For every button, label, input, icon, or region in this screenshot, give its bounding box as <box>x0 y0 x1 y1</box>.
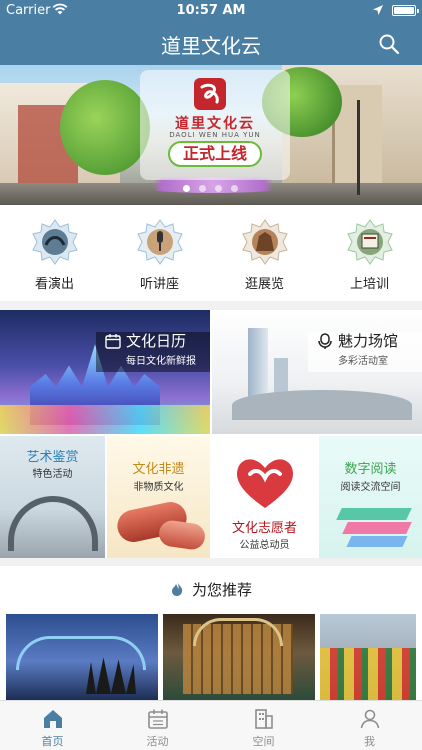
venue-icon <box>318 333 332 349</box>
venue-arena-illustration <box>232 390 412 420</box>
navigation-bar: 道里文化云 <box>0 20 422 65</box>
sausage-slice-illustration <box>157 518 207 552</box>
art-appreciation-subtitle: 特色活动 <box>32 469 73 480</box>
recommend-list <box>0 612 422 700</box>
culture-calendar-subtitle: 每日文化新鲜报 <box>126 356 196 367</box>
digital-reading-subtitle: 阅读交流空间 <box>340 482 401 493</box>
quick-entry-label: 上培训 <box>349 277 389 292</box>
art-appreciation-title: 艺术鉴赏 <box>26 450 79 465</box>
banner-logo-pinyin: DAOLI WEN HUA YUN <box>169 131 261 139</box>
carousel-dot-4[interactable] <box>231 185 238 192</box>
banner-slogan: 正式上线 <box>168 141 262 167</box>
intangible-heritage-tile[interactable]: 文化非遗 非物质文化 <box>107 436 210 558</box>
app-logo-icon <box>194 78 226 110</box>
carousel-dot-2[interactable] <box>199 185 206 192</box>
recommend-title: 为您推荐 <box>192 581 253 599</box>
recommend-section-header: 为您推荐 <box>0 566 422 612</box>
book-illustration <box>346 536 408 547</box>
quick-entry-row: 看演出 听讲座 逛展览 上培训 <box>0 205 422 301</box>
tab-space[interactable]: 空间 <box>211 701 316 750</box>
exhibition-icon <box>242 219 288 265</box>
venues-subtitle: 多彩活动室 <box>338 356 388 367</box>
book-illustration <box>342 522 412 534</box>
carousel-dot-1[interactable] <box>183 185 190 192</box>
quick-entry-lecture[interactable]: 听讲座 <box>107 205 212 301</box>
location-arrow-icon <box>373 5 383 15</box>
intangible-heritage-subtitle: 非物质文化 <box>133 482 184 493</box>
banner-carousel[interactable]: 道里文化云 DAOLI WEN HUA YUN 正式上线 <box>0 65 422 205</box>
calendar-icon <box>105 334 121 349</box>
tab-label: 首页 <box>41 735 64 748</box>
tab-label: 我 <box>364 735 375 748</box>
clock: 10:57 AM <box>176 3 246 18</box>
quick-entry-label: 看演出 <box>34 277 74 292</box>
home-icon <box>44 710 62 728</box>
quick-entry-training[interactable]: 上培训 <box>317 205 422 301</box>
culture-calendar-title: 文化日历 <box>126 332 187 350</box>
recommend-card[interactable] <box>6 614 158 700</box>
volunteer-title: 文化志愿者 <box>231 521 297 536</box>
calendar-icon <box>148 709 168 729</box>
profile-icon <box>360 709 380 729</box>
intangible-heritage-title: 文化非遗 <box>132 462 185 477</box>
volunteer-subtitle: 公益总动员 <box>239 540 290 551</box>
fire-icon <box>172 582 183 596</box>
venues-title: 魅力场馆 <box>338 332 399 350</box>
recommend-card[interactable] <box>320 614 416 700</box>
culture-calendar-tile[interactable]: 文化日历 每日文化新鲜报 <box>0 310 210 434</box>
parade-crowd-illustration <box>320 648 416 700</box>
training-icon <box>347 219 393 265</box>
library-arch-illustration <box>193 618 283 646</box>
heart-hands-icon <box>237 459 293 508</box>
search-icon[interactable] <box>378 33 400 55</box>
tab-bar: 首页 活动 空间 我 <box>0 700 422 750</box>
quick-entry-performance[interactable]: 看演出 <box>2 205 107 301</box>
banner-street-lamp <box>357 100 360 195</box>
art-appreciation-tile[interactable]: 艺术鉴赏 特色活动 <box>0 436 105 558</box>
battery-icon <box>392 5 419 16</box>
status-bar: Carrier 10:57 AM <box>0 0 422 20</box>
banner-tree-left <box>60 80 150 175</box>
recommend-card[interactable] <box>163 614 315 700</box>
page-title: 道里文化云 <box>161 34 261 58</box>
lecture-icon <box>137 219 183 265</box>
tab-label: 活动 <box>146 735 169 748</box>
carousel-dot-3[interactable] <box>215 185 222 192</box>
quick-entry-label: 听讲座 <box>139 277 179 292</box>
tab-activity[interactable]: 活动 <box>105 701 210 750</box>
digital-reading-title: 数字阅读 <box>344 462 397 477</box>
central-street-gate-illustration <box>8 496 98 551</box>
tab-label: 空间 <box>252 735 275 748</box>
tab-home[interactable]: 首页 <box>0 701 105 750</box>
quick-entry-label: 逛展览 <box>244 277 284 292</box>
performance-icon <box>32 219 78 265</box>
ice-festival-lights <box>0 405 210 434</box>
feature-grid: 文化日历 每日文化新鲜报 魅力场馆 多彩活动室 艺术鉴赏 特色活动 文化非遗 非… <box>0 310 422 558</box>
venues-tile[interactable]: 魅力场馆 多彩活动室 <box>212 310 422 434</box>
quick-entry-exhibition[interactable]: 逛展览 <box>212 205 317 301</box>
night-arena-illustration <box>16 636 146 670</box>
volunteer-tile[interactable]: 文化志愿者 公益总动员 <box>212 436 317 558</box>
digital-reading-tile[interactable]: 数字阅读 阅读交流空间 <box>319 436 422 558</box>
building-icon <box>255 709 273 729</box>
book-illustration <box>336 508 412 520</box>
banner-logo-name: 道里文化云 <box>175 116 255 132</box>
tab-me[interactable]: 我 <box>317 701 422 750</box>
